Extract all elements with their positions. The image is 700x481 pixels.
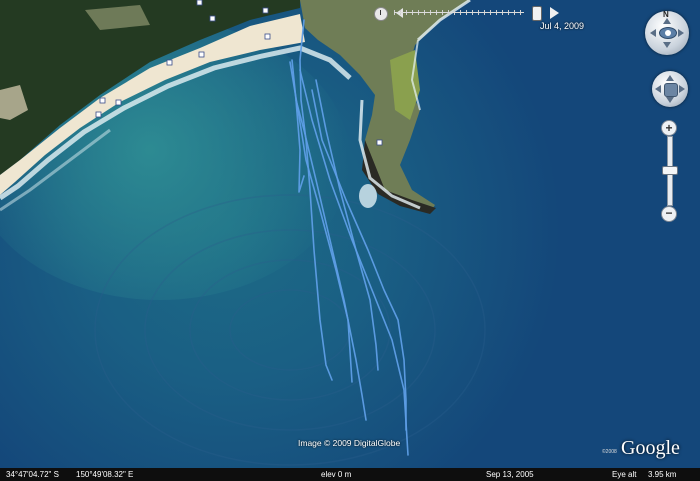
move-right-icon[interactable]: [679, 85, 685, 93]
slider-track[interactable]: [394, 12, 524, 13]
look-right-icon[interactable]: [678, 29, 684, 37]
zoom-in-button[interactable]: +: [661, 120, 677, 136]
imagery-date: Sep 13, 2005: [486, 470, 534, 479]
time-slider[interactable]: Jul 4, 2009: [372, 2, 584, 32]
zoom-control[interactable]: + −: [661, 120, 678, 222]
look-down-icon[interactable]: [663, 42, 671, 48]
google-logo: Google: [621, 437, 680, 459]
latitude-readout: 34°47'04.72" S: [6, 470, 59, 479]
zoom-slider-thumb[interactable]: [662, 166, 678, 175]
hand-icon[interactable]: [664, 83, 678, 97]
slider-thumb[interactable]: [532, 6, 542, 21]
clock-icon[interactable]: [374, 7, 388, 21]
copyright-label: ©2008: [602, 449, 617, 455]
satellite-imagery[interactable]: [0, 0, 700, 481]
elevation-readout: elev 0 m: [321, 470, 352, 479]
eye-icon[interactable]: [659, 27, 677, 39]
reef-foam: [359, 184, 377, 208]
eye-alt-label: Eye alt: [612, 470, 637, 479]
longitude-readout: 150°49'08.32" E: [76, 470, 134, 479]
slider-next-icon[interactable]: [550, 7, 559, 19]
imagery-credit: Image © 2009 DigitalGlobe: [298, 438, 401, 448]
map-viewport[interactable]: Jul 4, 2009 N + − Image © 2009 DigitalGl…: [0, 0, 700, 481]
slider-date-label: Jul 4, 2009: [540, 21, 585, 31]
move-down-icon[interactable]: [666, 97, 674, 103]
eye-alt-value: 3.95 km: [648, 470, 677, 479]
status-bar: 34°47'04.72" S 150°49'08.32" E elev 0 m …: [0, 468, 700, 481]
look-left-icon[interactable]: [650, 29, 656, 37]
look-control[interactable]: N: [645, 10, 689, 55]
move-up-icon[interactable]: [666, 75, 674, 81]
move-left-icon[interactable]: [655, 85, 661, 93]
look-up-icon[interactable]: [663, 18, 671, 24]
zoom-out-button[interactable]: −: [661, 206, 677, 222]
move-control[interactable]: [652, 71, 688, 107]
